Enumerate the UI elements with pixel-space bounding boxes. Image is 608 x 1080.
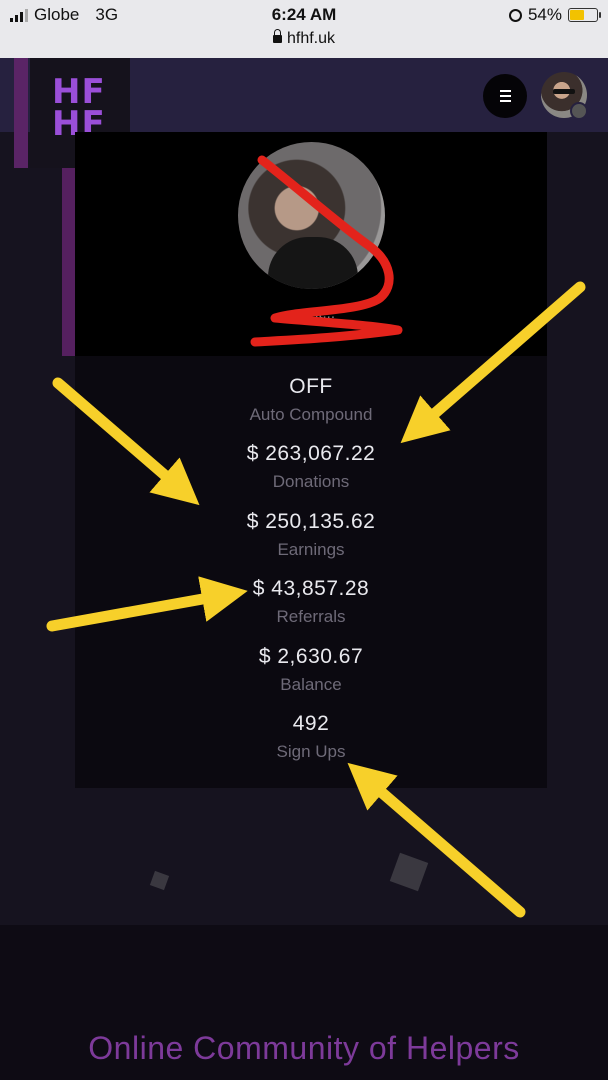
stat-label: Earnings — [277, 540, 345, 559]
stat-value: $ 263,067.22 — [246, 442, 376, 465]
profile-photo — [238, 142, 385, 289]
stat-label: Referrals — [276, 607, 346, 626]
footer-tagline: Online Community of Helpers — [88, 1030, 520, 1066]
battery-percent: 54% — [527, 5, 562, 24]
stat-sign-ups: 492 Sign Ups — [75, 711, 547, 763]
stat-value: $ 250,135.62 — [246, 510, 376, 533]
stat-donations: $ 263,067.22 Donations — [75, 441, 547, 493]
address-bar[interactable]: hfhf.uk — [0, 29, 608, 48]
stat-label: Sign Ups — [276, 742, 346, 761]
logo-accent — [14, 58, 28, 168]
stat-earnings: $ 250,135.62 Earnings — [75, 509, 547, 561]
status-bar: Globe 3G 6:24 AM 54% hfhf.uk — [0, 0, 608, 58]
stat-value: OFF — [289, 375, 333, 398]
stat-balance: $ 2,630.67 Balance — [75, 644, 547, 696]
stat-value: $ 2,630.67 — [258, 645, 364, 668]
stat-auto-compound: OFF Auto Compound — [75, 374, 547, 426]
lock-icon — [272, 29, 282, 43]
stat-label: Balance — [280, 675, 342, 694]
stat-value: $ 43,857.28 — [252, 577, 370, 600]
arrow-to-sign-ups — [347, 762, 526, 918]
stat-referrals: $ 43,857.28 Referrals — [75, 576, 547, 628]
profile-accent-stripe — [62, 168, 75, 356]
decorative-cube — [149, 870, 170, 891]
avatar-status-dot — [570, 102, 588, 120]
battery-icon — [568, 8, 601, 22]
stat-label: Donations — [272, 472, 350, 491]
profile-name: cvnt... — [294, 305, 335, 322]
screen: Globe 3G 6:24 AM 54% hfhf.uk HF HF cvnt.… — [0, 0, 608, 1080]
status-right: 54% — [508, 5, 601, 25]
logo-text: HF HF — [52, 75, 106, 141]
decorative-cube — [389, 852, 429, 892]
menu-button[interactable] — [483, 74, 527, 118]
stat-value: 492 — [292, 712, 330, 735]
rotation-lock-icon — [508, 8, 522, 22]
url-text: hfhf.uk — [286, 30, 336, 47]
hamburger-icon — [499, 90, 511, 102]
stat-label: Auto Compound — [249, 405, 373, 424]
